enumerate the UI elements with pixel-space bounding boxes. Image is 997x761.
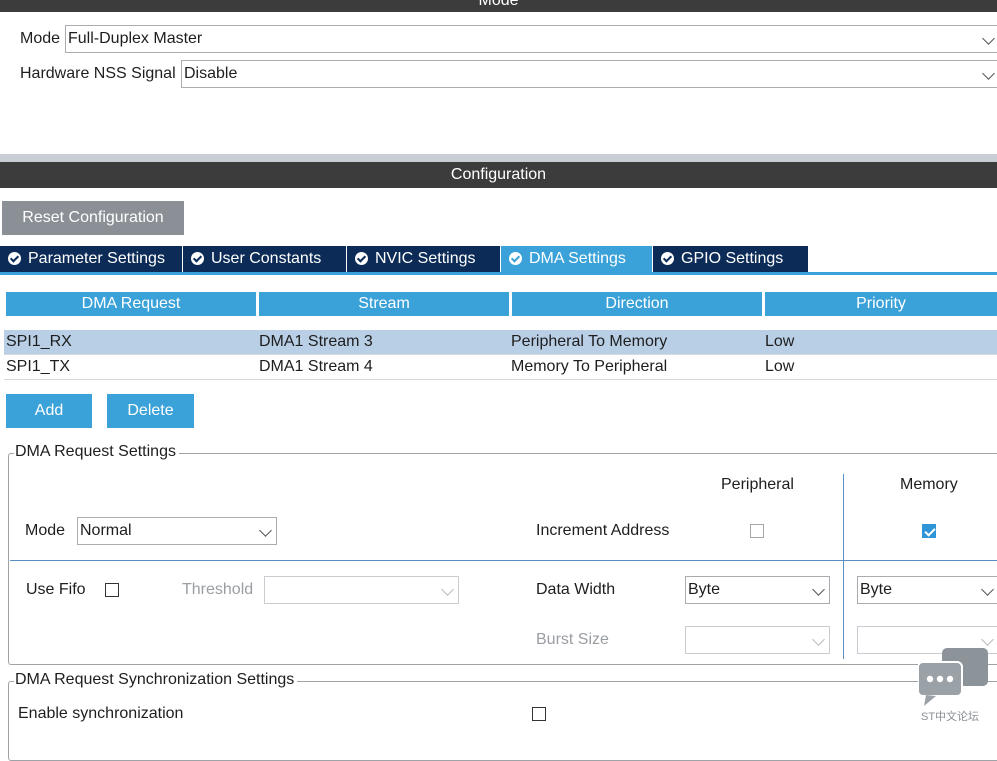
memory-header: Memory <box>900 476 958 493</box>
use-fifo-checkbox[interactable] <box>105 583 119 597</box>
tab-label: User Constants <box>211 250 322 267</box>
nss-label: Hardware NSS Signal <box>20 65 176 82</box>
chevron-down-icon <box>981 633 994 646</box>
section-divider <box>0 154 997 162</box>
chat-bubble-logo-icon <box>918 648 988 706</box>
increment-address-label: Increment Address <box>536 522 670 539</box>
tab-label: NVIC Settings <box>375 250 476 267</box>
chevron-down-icon <box>441 583 454 596</box>
row-divider <box>4 379 997 380</box>
cell-dma-request: SPI1_RX <box>6 333 72 350</box>
tab-gpio-settings[interactable]: GPIO Settings <box>653 246 808 272</box>
watermark-text: ST中文论坛 <box>921 711 980 723</box>
peripheral-header: Peripheral <box>721 476 794 493</box>
dma-request-settings-legend: DMA Request Settings <box>14 443 179 461</box>
burst-peripheral-select[interactable] <box>685 626 830 654</box>
dma-mode-value: Normal <box>80 522 132 539</box>
data-width-memory-select[interactable]: Byte <box>857 576 997 604</box>
chevron-down-icon <box>981 583 994 596</box>
table-row[interactable]: SPI1_RX DMA1 Stream 3 Peripheral To Memo… <box>4 330 997 354</box>
mode-select[interactable]: Full-Duplex Master <box>65 25 997 53</box>
tab-underline <box>0 272 997 275</box>
cell-priority: Low <box>765 333 795 350</box>
chevron-down-icon <box>812 583 825 596</box>
chevron-down-icon <box>812 633 825 646</box>
threshold-select[interactable] <box>264 576 459 604</box>
nss-select[interactable]: Disable <box>181 60 997 88</box>
dma-sync-settings-legend: DMA Request Synchronization Settings <box>14 671 298 689</box>
column-header-stream[interactable]: Stream <box>259 292 509 316</box>
tab-parameter-settings[interactable]: Parameter Settings <box>0 246 183 272</box>
cell-dma-request: SPI1_TX <box>6 358 71 375</box>
table-row[interactable]: SPI1_TX DMA1 Stream 4 Memory To Peripher… <box>4 355 997 379</box>
tab-label: GPIO Settings <box>681 250 784 267</box>
tab-label: DMA Settings <box>529 250 626 267</box>
column-divider <box>843 474 844 659</box>
cell-priority: Low <box>765 358 795 375</box>
use-fifo-label: Use Fifo <box>26 581 86 598</box>
dma-mode-select[interactable]: Normal <box>77 517 277 545</box>
column-header-priority[interactable]: Priority <box>765 292 997 316</box>
row-separator <box>10 560 997 561</box>
mode-label: Mode <box>20 30 61 47</box>
increment-peripheral-checkbox[interactable] <box>750 524 764 538</box>
chevron-down-icon <box>259 524 272 537</box>
mode-section-header: Mode <box>0 0 997 12</box>
cell-direction: Peripheral To Memory <box>511 333 668 350</box>
data-width-memory-value: Byte <box>860 581 893 598</box>
add-button[interactable]: Add <box>6 394 92 428</box>
nss-select-value: Disable <box>184 65 238 82</box>
dma-request-settings-group <box>8 453 997 665</box>
check-circle-icon <box>509 252 522 265</box>
dma-mode-label: Mode <box>25 522 66 539</box>
tab-user-constants[interactable]: User Constants <box>183 246 347 272</box>
tab-dma-settings[interactable]: DMA Settings <box>501 246 653 272</box>
configuration-section-title: Configuration <box>450 166 547 183</box>
threshold-label: Threshold <box>182 581 254 598</box>
increment-memory-checkbox[interactable] <box>922 524 936 538</box>
data-width-peripheral-value: Byte <box>688 581 721 598</box>
tab-label: Parameter Settings <box>28 250 165 267</box>
delete-button[interactable]: Delete <box>107 394 194 428</box>
data-width-peripheral-select[interactable]: Byte <box>685 576 830 604</box>
reset-configuration-button[interactable]: Reset Configuration <box>2 201 184 235</box>
burst-size-label: Burst Size <box>536 631 609 648</box>
chevron-down-icon <box>982 32 995 45</box>
data-width-label: Data Width <box>536 581 616 598</box>
mode-select-value: Full-Duplex Master <box>68 30 203 47</box>
mode-section-title: Mode <box>478 0 519 9</box>
column-header-dma-request[interactable]: DMA Request <box>6 292 256 316</box>
enable-synchronization-label: Enable synchronization <box>18 705 184 722</box>
cell-stream: DMA1 Stream 4 <box>259 358 373 375</box>
check-circle-icon <box>661 252 674 265</box>
check-circle-icon <box>355 252 368 265</box>
tab-nvic-settings[interactable]: NVIC Settings <box>347 246 501 272</box>
check-circle-icon <box>8 252 21 265</box>
enable-synchronization-checkbox[interactable] <box>532 707 546 721</box>
configuration-section-header: Configuration <box>0 162 997 188</box>
chevron-down-icon <box>982 67 995 80</box>
column-header-direction[interactable]: Direction <box>512 292 762 316</box>
check-circle-icon <box>191 252 204 265</box>
cell-stream: DMA1 Stream 3 <box>259 333 373 350</box>
cell-direction: Memory To Peripheral <box>511 358 668 375</box>
